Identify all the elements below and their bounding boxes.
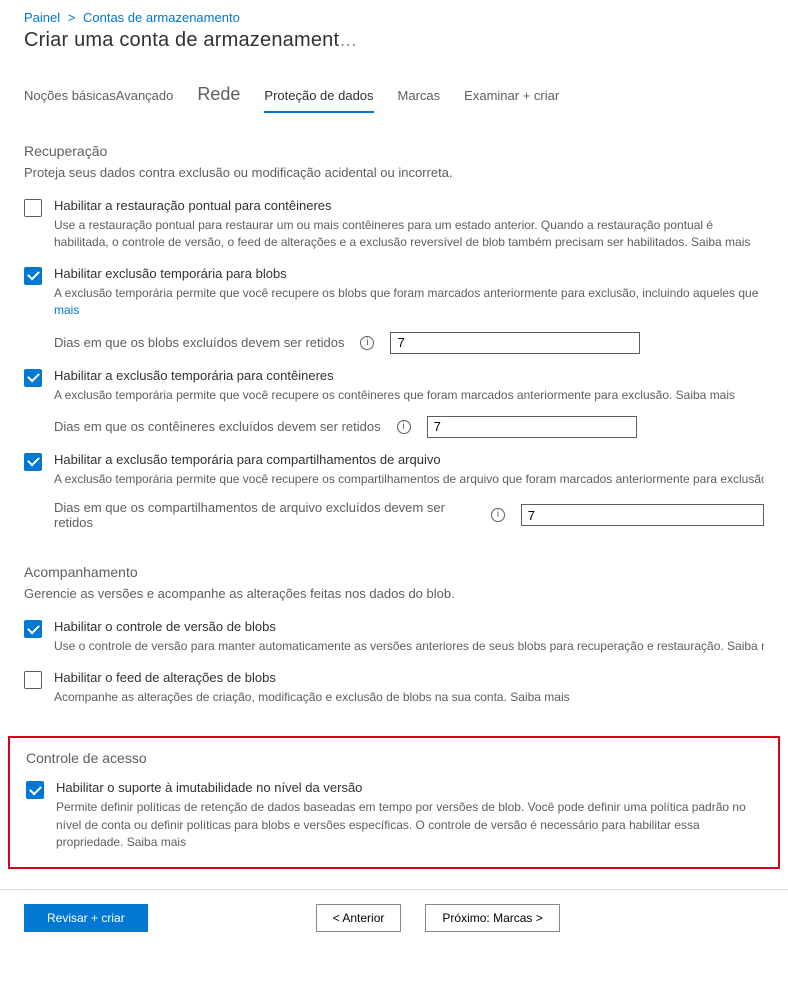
option-versioning-hint: Use o controle de versão para manter aut… — [54, 638, 764, 655]
tab-basics[interactable]: Noções básicas — [24, 88, 116, 111]
tab-advanced[interactable]: Avançado — [116, 88, 174, 111]
tab-network[interactable]: Rede — [197, 84, 240, 113]
option-soft-delete-container-label: Habilitar a exclusão temporária para con… — [54, 368, 764, 383]
tab-data-protection[interactable]: Proteção de dados — [264, 88, 373, 113]
access-control-highlight-box: Controle de acesso Habilitar o suporte à… — [8, 736, 780, 869]
section-desc-tracking: Gerencie as versões e acompanhe as alter… — [24, 586, 764, 601]
checkbox-soft-delete-container[interactable] — [24, 369, 42, 387]
checkbox-soft-delete-fileshare[interactable] — [24, 453, 42, 471]
title-ellipsis-icon: … — [339, 30, 359, 50]
tab-tags[interactable]: Marcas — [398, 88, 441, 111]
learn-more-link[interactable]: mais — [54, 303, 79, 317]
next-button[interactable]: Próximo: Marcas > — [425, 904, 559, 932]
section-desc-recovery: Proteja seus dados contra exclusão ou mo… — [24, 165, 764, 180]
section-heading-recovery: Recuperação — [24, 143, 764, 159]
tab-review-create[interactable]: Examinar + criar — [464, 88, 559, 111]
option-soft-delete-blob-hint: A exclusão temporária permite que você r… — [54, 285, 764, 302]
option-soft-delete-fileshare-label: Habilitar a exclusão temporária para com… — [54, 452, 764, 467]
container-days-label: Dias em que os contêineres excluídos dev… — [54, 419, 381, 434]
option-immutability-hint: Permite definir políticas de retenção de… — [56, 799, 762, 851]
option-pitr: Habilitar a restauração pontual para con… — [24, 198, 764, 252]
option-pitr-hint: Use a restauração pontual para restaurar… — [54, 217, 764, 252]
option-soft-delete-fileshare-hint: A exclusão temporária permite que você r… — [54, 471, 764, 488]
blob-days-input[interactable] — [390, 332, 640, 354]
info-icon[interactable]: i — [360, 336, 374, 350]
tabs: Noções básicas Avançado Rede Proteção de… — [0, 64, 788, 113]
info-icon[interactable]: i — [397, 420, 411, 434]
section-heading-access: Controle de acesso — [26, 750, 762, 766]
option-changefeed: Habilitar o feed de alterações de blobs … — [24, 670, 764, 706]
container-days-input[interactable] — [427, 416, 637, 438]
breadcrumb: Painel > Contas de armazenamento — [0, 0, 788, 29]
option-soft-delete-fileshare: Habilitar a exclusão temporária para com… — [24, 452, 764, 530]
option-soft-delete-blob: Habilitar exclusão temporária para blobs… — [24, 266, 764, 354]
option-soft-delete-blob-label: Habilitar exclusão temporária para blobs — [54, 266, 764, 281]
info-icon[interactable]: i — [491, 508, 505, 522]
content-pane: Recuperação Proteja seus dados contra ex… — [0, 113, 788, 722]
breadcrumb-sep: > — [68, 10, 76, 25]
option-pitr-label: Habilitar a restauração pontual para con… — [54, 198, 764, 213]
option-versioning: Habilitar o controle de versão de blobs … — [24, 619, 764, 655]
previous-button[interactable]: < Anterior — [316, 904, 402, 932]
blob-days-label: Dias em que os blobs excluídos devem ser… — [54, 335, 344, 350]
option-changefeed-hint: Acompanhe as alterações de criação, modi… — [54, 689, 764, 706]
option-soft-delete-container-hint: A exclusão temporária permite que você r… — [54, 387, 764, 404]
checkbox-soft-delete-blob[interactable] — [24, 267, 42, 285]
page-title-text: Criar uma conta de armazenament — [24, 29, 339, 51]
checkbox-immutability[interactable] — [26, 781, 44, 799]
breadcrumb-link[interactable]: Contas de armazenamento — [83, 10, 240, 25]
option-versioning-label: Habilitar o controle de versão de blobs — [54, 619, 764, 634]
option-soft-delete-container: Habilitar a exclusão temporária para con… — [24, 368, 764, 438]
footer-bar: Revisar + criar < Anterior Próximo: Marc… — [0, 889, 788, 946]
checkbox-pitr[interactable] — [24, 199, 42, 217]
option-changefeed-label: Habilitar o feed de alterações de blobs — [54, 670, 764, 685]
page-title: Criar uma conta de armazenament… — [0, 29, 788, 64]
option-immutability-label: Habilitar o suporte à imutabilidade no n… — [56, 780, 762, 795]
fileshare-days-input[interactable] — [521, 504, 764, 526]
checkbox-changefeed[interactable] — [24, 671, 42, 689]
fileshare-days-label: Dias em que os compartilhamentos de arqu… — [54, 500, 475, 530]
section-heading-tracking: Acompanhamento — [24, 564, 764, 580]
breadcrumb-root[interactable]: Painel — [24, 10, 60, 25]
review-create-button[interactable]: Revisar + criar — [24, 904, 148, 932]
checkbox-versioning[interactable] — [24, 620, 42, 638]
option-immutability: Habilitar o suporte à imutabilidade no n… — [26, 780, 762, 851]
